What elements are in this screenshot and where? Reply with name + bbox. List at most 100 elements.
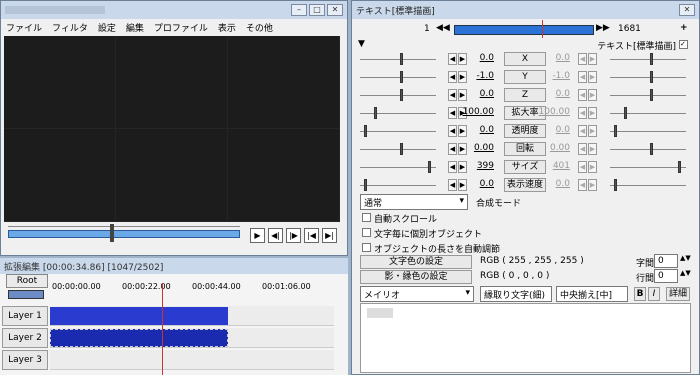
prev-frame-button[interactable]: ◀| [268, 228, 283, 243]
bold-button[interactable]: B [634, 287, 646, 301]
param-value-left[interactable]: 0.0 [460, 125, 494, 135]
param-value-left[interactable]: 0.0 [460, 53, 494, 63]
param-slider-right[interactable] [610, 53, 686, 65]
layer-3-header[interactable]: Layer 3 [2, 350, 48, 370]
menu-profile[interactable]: プロファイル [154, 21, 208, 34]
decrement-button[interactable]: ◀ [578, 71, 587, 83]
param-value-left[interactable]: 0.0 [460, 89, 494, 99]
decrement-button[interactable]: ◀ [578, 161, 587, 173]
decrement-button[interactable]: ◀ [578, 179, 587, 191]
slider-thumb[interactable] [650, 89, 653, 101]
next-frame-button[interactable]: |▶ [286, 228, 301, 243]
slider-thumb[interactable] [400, 71, 403, 83]
param-value-right[interactable]: 0.0 [536, 89, 570, 99]
param-value-left[interactable]: -1.0 [460, 71, 494, 81]
frame-next-button[interactable]: ▶▶ [596, 23, 610, 33]
param-slider-left[interactable] [360, 161, 436, 173]
menu-file[interactable]: ファイル [6, 21, 42, 34]
text-color-button[interactable]: 文字色の設定 [360, 255, 472, 269]
menu-edit[interactable]: 編集 [126, 21, 144, 34]
decrement-button[interactable]: ◀ [448, 179, 457, 191]
increment-button[interactable]: ▶ [588, 53, 597, 65]
slider-thumb[interactable] [614, 125, 617, 137]
char-spacing-stepper[interactable]: ▲▼ [680, 254, 691, 262]
line-spacing-stepper[interactable]: ▲▼ [680, 269, 691, 277]
param-value-left[interactable]: 100.00 [460, 107, 495, 117]
decrement-button[interactable]: ◀ [448, 161, 457, 173]
param-slider-right[interactable] [610, 71, 686, 83]
param-value-right[interactable]: -1.0 [536, 71, 570, 81]
param-value-right[interactable]: 401 [536, 161, 570, 171]
maximize-button[interactable]: □ [309, 4, 325, 16]
slider-thumb[interactable] [624, 107, 627, 119]
frame-slider[interactable] [454, 25, 594, 35]
menu-view[interactable]: 表示 [218, 21, 236, 34]
increment-button[interactable]: ▶ [588, 179, 597, 191]
slider-thumb[interactable] [400, 53, 403, 65]
root-button[interactable]: Root [6, 274, 48, 288]
layer-1-header[interactable]: Layer 1 [2, 306, 48, 326]
font-select[interactable]: メイリオ ▾ [360, 286, 474, 302]
decrement-button[interactable]: ◀ [578, 125, 587, 137]
slider-thumb[interactable] [678, 161, 681, 173]
decrement-button[interactable]: ◀ [448, 89, 457, 101]
slider-thumb[interactable] [400, 143, 403, 155]
param-slider-right[interactable] [610, 107, 686, 119]
param-slider-left[interactable] [360, 125, 436, 137]
minimize-button[interactable]: – [291, 4, 307, 16]
italic-button[interactable]: I [648, 287, 660, 301]
layer-3-lane[interactable] [50, 350, 334, 370]
param-value-left[interactable]: 0.0 [460, 179, 494, 189]
increment-button[interactable]: ▶ [588, 107, 597, 119]
char-spacing-input[interactable]: 0 [654, 254, 678, 268]
slider-thumb[interactable] [650, 71, 653, 83]
frame-prev-button[interactable]: ◀◀ [436, 23, 450, 33]
layer-2-clip[interactable] [50, 329, 228, 347]
param-slider-left[interactable] [360, 71, 436, 83]
param-slider-right[interactable] [610, 89, 686, 101]
param-value-right[interactable]: 0.0 [536, 179, 570, 189]
slider-thumb[interactable] [400, 89, 403, 101]
collapse-icon[interactable]: ▼ [358, 39, 365, 49]
decrement-button[interactable]: ◀ [578, 107, 587, 119]
param-value-right[interactable]: 0.0 [536, 125, 570, 135]
outline-mode-select[interactable]: 縁取り文字(細) [480, 286, 552, 302]
close-button[interactable]: ✕ [327, 4, 343, 16]
shadow-color-button[interactable]: 影・縁色の設定 [360, 270, 472, 284]
param-slider-left[interactable] [360, 89, 436, 101]
seek-bar[interactable] [8, 230, 240, 238]
play-button[interactable]: ▶ [250, 228, 265, 243]
menu-filter[interactable]: フィルタ [52, 21, 88, 34]
param-value-right[interactable]: 0.00 [536, 143, 570, 153]
layer-2-lane[interactable] [50, 328, 334, 348]
decrement-button[interactable]: ◀ [448, 143, 457, 155]
playhead-cursor[interactable] [162, 283, 163, 375]
slider-thumb[interactable] [364, 179, 367, 191]
slider-thumb[interactable] [364, 125, 367, 137]
increment-button[interactable]: ▶ [588, 125, 597, 137]
param-slider-left[interactable] [360, 107, 436, 119]
decrement-button[interactable]: ◀ [578, 53, 587, 65]
menu-other[interactable]: その他 [246, 21, 273, 34]
param-slider-left[interactable] [360, 179, 436, 191]
slider-thumb[interactable] [650, 143, 653, 155]
increment-button[interactable]: ▶ [588, 89, 597, 101]
layer-1-lane[interactable] [50, 306, 334, 326]
effect-enabled-checkbox[interactable]: ✓ [679, 40, 688, 49]
param-slider-right[interactable] [610, 161, 686, 173]
param-slider-left[interactable] [360, 143, 436, 155]
go-end-button[interactable]: ▶| [322, 228, 337, 243]
slider-thumb[interactable] [374, 107, 377, 119]
seek-thumb[interactable] [110, 224, 114, 242]
slider-thumb[interactable] [428, 161, 431, 173]
param-value-right[interactable]: 0.0 [536, 53, 570, 63]
param-value-left[interactable]: 0.00 [460, 143, 494, 153]
align-select[interactable]: 中央揃え[中] [556, 286, 628, 302]
increment-button[interactable]: ▶ [588, 71, 597, 83]
settings-close-button[interactable]: ✕ [679, 4, 695, 16]
param-slider-right[interactable] [610, 143, 686, 155]
increment-button[interactable]: ▶ [588, 143, 597, 155]
text-input-area[interactable] [360, 303, 691, 373]
slider-thumb[interactable] [650, 53, 653, 65]
line-spacing-input[interactable]: 0 [654, 269, 678, 283]
